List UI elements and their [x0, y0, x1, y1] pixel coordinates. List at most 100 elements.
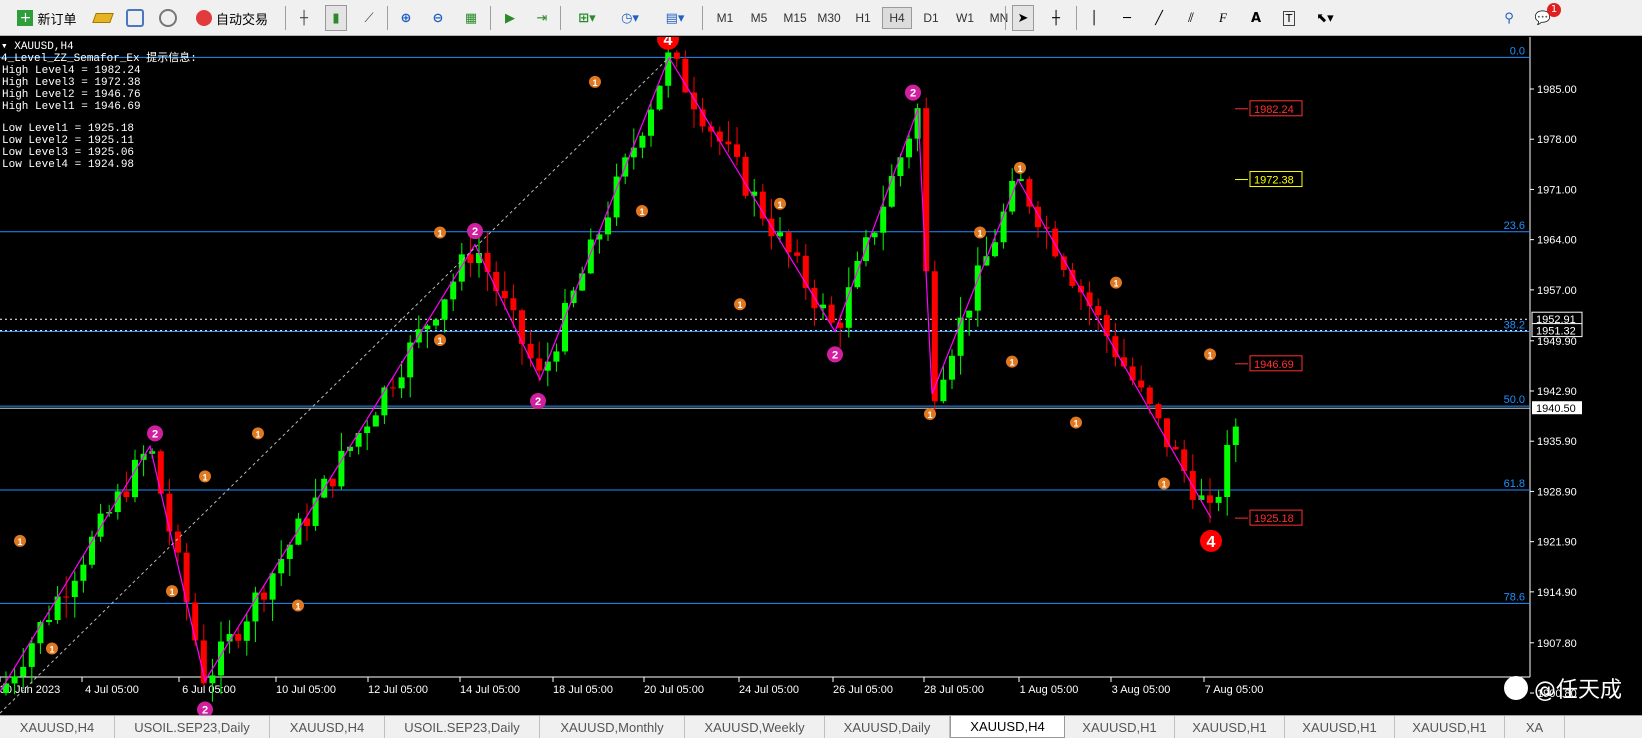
- candle-body: [665, 52, 672, 86]
- text-label-icon[interactable]: T: [1278, 5, 1300, 31]
- fib-level-label: 78.6: [1504, 591, 1525, 603]
- chart-tab[interactable]: USOIL.SEP23,Daily: [115, 716, 270, 738]
- new-order-button[interactable]: + 新订单: [8, 5, 86, 31]
- timeframe-h4[interactable]: H4: [882, 7, 912, 29]
- semafor-label: 2: [152, 428, 158, 440]
- candle-body: [97, 513, 104, 537]
- price-axis-label: 1907.80: [1537, 638, 1577, 650]
- price-axis-label: 1985.00: [1537, 84, 1577, 96]
- chart-tab[interactable]: XAUUSD,H1: [1395, 716, 1505, 738]
- semafor-label: 4: [1207, 534, 1216, 551]
- date-axis-label: 4 Jul 05:00: [85, 684, 139, 696]
- candle-body: [364, 426, 371, 434]
- timeframe-m1[interactable]: M1: [710, 7, 740, 29]
- timeframe-w1[interactable]: W1: [950, 7, 980, 29]
- candle-body: [192, 602, 199, 641]
- notifications-button[interactable]: 💬 1: [1526, 3, 1561, 31]
- vertical-line-icon[interactable]: │: [1083, 5, 1105, 31]
- chart-tab[interactable]: XAUUSD,H4: [0, 716, 115, 738]
- zigzag-line: [0, 56, 1212, 692]
- date-axis-label: 20 Jul 05:00: [644, 684, 704, 696]
- chart-tab[interactable]: XAUUSD,H1: [1285, 716, 1395, 738]
- fib-level-label: 23.6: [1504, 220, 1525, 232]
- chart-tab[interactable]: XAUUSD,H1: [1175, 716, 1285, 738]
- low-level-line: Low Level2 = 1925.11: [2, 135, 135, 147]
- candle-body: [871, 232, 878, 238]
- low-level-line: Low Level3 = 1925.06: [2, 147, 135, 159]
- price-axis-label: 1928.90: [1537, 486, 1577, 498]
- zoom-in-icon[interactable]: ⊕: [395, 5, 417, 31]
- chart-shift-icon[interactable]: ▶: [499, 5, 521, 31]
- semafor-label: 1: [592, 78, 597, 88]
- date-axis-label: 3 Aug 05:00: [1112, 684, 1171, 696]
- new-order-label: 新订单: [37, 12, 77, 28]
- date-axis-label: 24 Jul 05:00: [739, 684, 799, 696]
- level-box-label: 1972.38: [1254, 175, 1294, 187]
- zoom-out-icon[interactable]: ⊖: [427, 5, 449, 31]
- autotrade-button[interactable]: 自动交易: [187, 5, 277, 31]
- timeframe-d1[interactable]: D1: [916, 7, 946, 29]
- candlestick-icon[interactable]: ▮: [325, 5, 347, 31]
- timeframe-m30[interactable]: M30: [812, 7, 846, 29]
- timeframe-h1[interactable]: H1: [848, 7, 878, 29]
- price-chart[interactable]: 1985.001978.001971.001964.001957.001949.…: [0, 37, 1642, 715]
- semafor-label: 1: [1009, 358, 1014, 368]
- channel-icon[interactable]: ⫽: [1180, 5, 1202, 31]
- chart-tab[interactable]: XAUUSD,Daily: [825, 716, 950, 738]
- watermark-text: @任天成: [1533, 678, 1622, 703]
- timeframe-m5[interactable]: M5: [744, 7, 774, 29]
- cursor-icon[interactable]: ➤: [1012, 5, 1034, 31]
- main-toolbar: + 新订单 自动交易 ┼ ▮ ⟋ ⊕ ⊖ ▦ ▶ ⇥ ⊞▾ ◷▾ ▤▾ M1 M5…: [0, 0, 1642, 36]
- gold-bar-icon[interactable]: [92, 5, 114, 31]
- candle-body: [132, 459, 138, 498]
- candle-body: [648, 109, 654, 136]
- chart-tab[interactable]: XAUUSD,Weekly: [685, 716, 825, 738]
- timeframe-mn[interactable]: MN: [984, 7, 1014, 29]
- templates-dropdown-icon[interactable]: ▤▾: [657, 5, 693, 31]
- semafor-label: 1: [49, 645, 54, 655]
- weibo-logo-icon: [1503, 676, 1528, 700]
- arrows-dropdown-icon[interactable]: ⬉▾: [1310, 5, 1340, 31]
- indicator-title: 4_Level_ZZ_Semafor_Ex 提示信息:: [1, 53, 197, 65]
- candle-body: [785, 232, 792, 253]
- chart-tab[interactable]: XAUUSD,H4: [950, 716, 1065, 738]
- chart-tab[interactable]: XAUUSD,H4: [270, 716, 385, 738]
- chart-tab[interactable]: USOIL.SEP23,Daily: [385, 716, 540, 738]
- horizontal-line-icon[interactable]: ─: [1116, 5, 1138, 31]
- candle-body: [605, 217, 611, 235]
- autoscroll-icon[interactable]: ⇥: [531, 5, 553, 31]
- chart-tab[interactable]: XA: [1505, 716, 1565, 738]
- semafor-label: 1: [295, 601, 300, 611]
- semafor-label: 1: [169, 587, 174, 597]
- trendline-icon[interactable]: ╱: [1148, 5, 1170, 31]
- fibonacci-icon[interactable]: F: [1212, 5, 1234, 31]
- bar-chart-icon[interactable]: ┼: [293, 5, 315, 31]
- candle-body: [1164, 418, 1170, 447]
- candle-body: [725, 141, 732, 145]
- signals-icon[interactable]: [157, 5, 179, 31]
- price-marker-label: 1951.32: [1536, 326, 1576, 338]
- market-watch-icon[interactable]: [124, 5, 146, 31]
- candle-body: [1155, 404, 1162, 419]
- semafor-label: 1: [1207, 350, 1212, 360]
- candle-body: [123, 491, 130, 498]
- date-axis-label: 26 Jul 05:00: [833, 684, 893, 696]
- candle-body: [433, 319, 439, 326]
- chart-tab[interactable]: XAUUSD,H1: [1065, 716, 1175, 738]
- periods-dropdown-icon[interactable]: ◷▾: [613, 5, 647, 31]
- candle-body: [1052, 228, 1059, 257]
- search-icon[interactable]: ⚲: [1498, 5, 1520, 31]
- chart-window[interactable]: 1985.00 1978.00 1971.00 1964.00 1957.00 1949.…: [0, 37, 1642, 715]
- text-icon[interactable]: A: [1245, 5, 1267, 31]
- candle-body: [243, 621, 250, 641]
- candle-body: [166, 493, 173, 532]
- crosshair-icon[interactable]: ┼: [1045, 5, 1067, 31]
- semafor-label: 1: [1161, 480, 1166, 490]
- candle-body: [1103, 315, 1110, 337]
- timeframe-m15[interactable]: M15: [778, 7, 812, 29]
- line-chart-icon[interactable]: ⟋: [358, 5, 380, 31]
- chart-tab[interactable]: XAUUSD,Monthly: [540, 716, 685, 738]
- candle-body: [484, 252, 491, 272]
- indicators-dropdown-icon[interactable]: ⊞▾: [570, 5, 604, 31]
- tile-windows-icon[interactable]: ▦: [460, 5, 482, 31]
